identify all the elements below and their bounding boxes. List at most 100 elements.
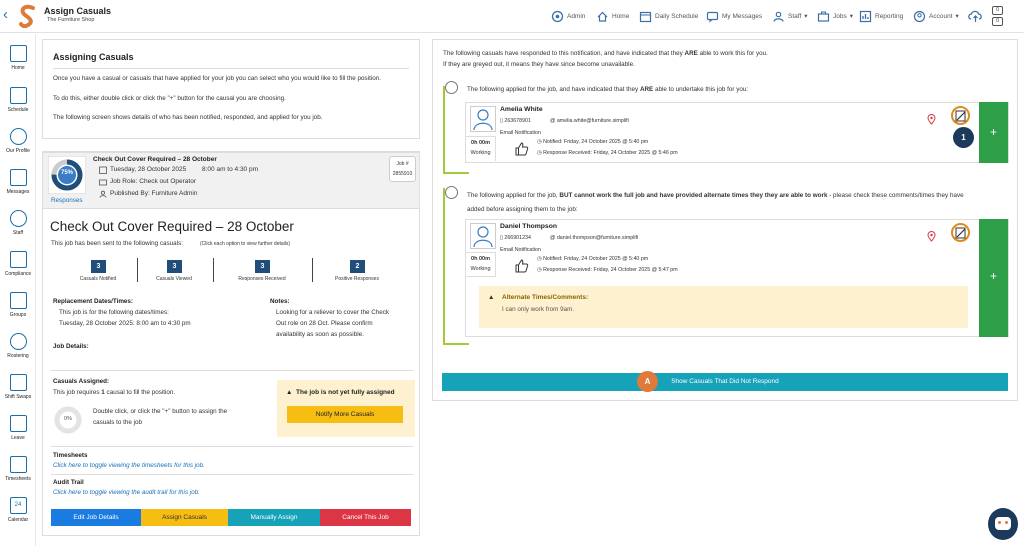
intro-heading: Assigning Casuals	[53, 52, 134, 62]
assign-casuals-button[interactable]: Assign Casuals	[141, 509, 228, 526]
partial-availability-heading: The following applied for the job, BUT c…	[467, 192, 1007, 199]
nav-home-label: Home	[612, 12, 630, 20]
response-received-value: Response Received: Friday, 24 October 20…	[543, 150, 678, 156]
sidebar-item-compliance[interactable]: Compliance	[0, 251, 36, 277]
nav-reporting[interactable]: Reporting	[859, 8, 903, 24]
schedule-icon	[9, 87, 27, 104]
casual-name: Amelia White	[500, 106, 543, 113]
duration-box: 0h 00m Working	[466, 136, 496, 161]
nav-staff[interactable]: Staff ▾	[772, 8, 808, 24]
stat-viewed-value[interactable]: 3	[167, 260, 182, 273]
thumbs-up-icon	[515, 259, 529, 273]
timesheets-toggle-link[interactable]: Click here to toggle viewing the timeshe…	[53, 462, 205, 469]
location-pin-icon[interactable]	[927, 114, 936, 125]
staff-icon	[9, 210, 27, 227]
stat-divider	[312, 258, 313, 282]
section-accent-bar	[443, 188, 445, 344]
assigned-progress-label: 0%	[64, 416, 72, 422]
account-caret-icon: ▾	[955, 13, 959, 20]
sidebar-item-schedule[interactable]: Schedule	[0, 87, 36, 113]
back-chevron-icon[interactable]: ‹	[3, 7, 8, 22]
stat-notified-value[interactable]: 3	[91, 260, 106, 273]
intro-line-1: Once you have a casual or casuals that h…	[53, 75, 381, 82]
casual-name: Daniel Thompson	[500, 223, 558, 230]
duration: 0h 00m	[471, 256, 490, 262]
step-marker-a: A	[637, 371, 658, 392]
chatbot-button[interactable]	[988, 508, 1018, 540]
sidebar-item-staff[interactable]: Staff	[0, 210, 36, 236]
sidebar-item-messages[interactable]: Messages	[0, 169, 36, 195]
avatar	[470, 106, 496, 132]
responses-intro-bold: ARE	[684, 50, 698, 57]
duration-box: 0h 00m Working	[466, 252, 496, 277]
sidebar-item-label: Calendar	[7, 517, 29, 523]
show-not-responded-button[interactable]: Show Casuals That Did Not Respond	[442, 373, 1008, 391]
sidebar-item-label: Compliance	[4, 271, 32, 277]
cloud-upload-icon[interactable]	[967, 7, 984, 24]
requires-pre: This job requires	[53, 389, 102, 396]
nav-daily-schedule-label: Daily Schedule	[655, 12, 699, 20]
sidebar-item-timesheets[interactable]: Timesheets	[0, 456, 36, 482]
nav-staff-label: Staff	[788, 12, 802, 20]
audit-trail-toggle-link[interactable]: Click here to toggle viewing the audit t…	[53, 489, 200, 496]
jobs-caret-icon: ▾	[849, 13, 853, 20]
jobs-icon	[817, 11, 830, 22]
full-availability-heading: The following applied for the job, and h…	[467, 86, 748, 93]
sidebar-item-home[interactable]: Home	[0, 45, 36, 71]
nav-jobs[interactable]: Jobs ▾	[817, 8, 853, 24]
notified-at: ◷ Notified: Friday, 24 October 2025 @ 5:…	[537, 256, 648, 262]
notified-at-value: Notified: Friday, 24 October 2025 @ 5:40…	[543, 256, 649, 262]
responses-link[interactable]: Responses	[51, 197, 83, 204]
nav-daily-schedule[interactable]: Daily Schedule	[639, 8, 698, 24]
sidebar-item-leave[interactable]: Leave	[0, 415, 36, 441]
notified-at: ◷ Notified: Friday, 24 October 2025 @ 5:…	[537, 139, 648, 145]
add-casual-button[interactable]: +	[979, 219, 1008, 337]
badge-top[interactable]: 0	[992, 6, 1003, 15]
edit-job-details-button[interactable]: Edit Job Details	[51, 509, 141, 526]
badge-bottom[interactable]: 0	[992, 17, 1003, 26]
not-assigned-text: The job is not yet fully assigned	[296, 389, 395, 396]
job-role: Job Role: Check out Operator	[110, 178, 196, 185]
job-progress-label: 75%	[60, 170, 73, 176]
sidebar-item-label: Messages	[6, 189, 30, 195]
top-bar: ‹ Assign Casuals The Furniture Shop Admi…	[0, 0, 1024, 33]
staff-icon	[773, 11, 784, 22]
messages-icon	[9, 169, 27, 186]
location-pin-icon[interactable]	[927, 231, 936, 242]
cancel-job-button[interactable]: Cancel This Job	[320, 509, 411, 526]
nav-my-messages[interactable]: My Messages	[706, 8, 762, 24]
requires-text: This job requires 1 causal to fill the p…	[53, 389, 175, 396]
sidebar-item-rostering[interactable]: Rostering	[0, 333, 36, 359]
notify-more-button[interactable]: Notify More Casuals	[287, 406, 403, 423]
add-casual-button[interactable]: +	[979, 102, 1008, 163]
sidebar-item-groups[interactable]: Groups	[0, 292, 36, 318]
section-divider	[51, 370, 413, 371]
job-details-heading: Job Details:	[53, 343, 89, 350]
reporting-icon	[859, 10, 872, 22]
manually-assign-button[interactable]: Manually Assign	[228, 509, 320, 526]
nav-admin[interactable]: Admin	[551, 8, 585, 24]
profile-icon	[9, 128, 27, 145]
home-icon	[9, 45, 27, 62]
partial-heading-post: - please check these comments/times they…	[827, 192, 964, 199]
sidebar-item-shift-swaps[interactable]: Shift Swaps	[0, 374, 36, 400]
robot-icon	[995, 517, 1011, 530]
responses-intro-line-2: If they are greyed out, it means they ha…	[443, 61, 635, 68]
stat-received-value[interactable]: 3	[255, 260, 270, 273]
stat-positive-value[interactable]: 2	[350, 260, 365, 273]
response-received-at: ◷ Response Received: Friday, 24 October …	[537, 150, 678, 156]
nav-account-label: Account	[929, 12, 953, 20]
sidebar-item-calendar[interactable]: 24 Calendar	[0, 497, 36, 523]
casual-phone: ▯ 263678901	[500, 118, 531, 124]
edit-note-glyph	[955, 227, 966, 239]
job-big-title: Check Out Cover Required – 28 October	[50, 219, 294, 234]
nav-admin-label: Admin	[567, 12, 586, 20]
messages-icon	[706, 11, 719, 23]
nav-account[interactable]: Account ▾	[913, 8, 959, 24]
notified-at-value: Notified: Friday, 24 October 2025 @ 5:40…	[543, 139, 649, 145]
warning-icon: ▲	[286, 389, 293, 396]
nav-home[interactable]: Home	[596, 8, 629, 24]
casual-email-value: amelia.white@furniture.simplifi	[556, 118, 629, 124]
neutral-face-icon	[445, 186, 458, 199]
sidebar-item-our-profile[interactable]: Our Profile	[0, 128, 36, 154]
